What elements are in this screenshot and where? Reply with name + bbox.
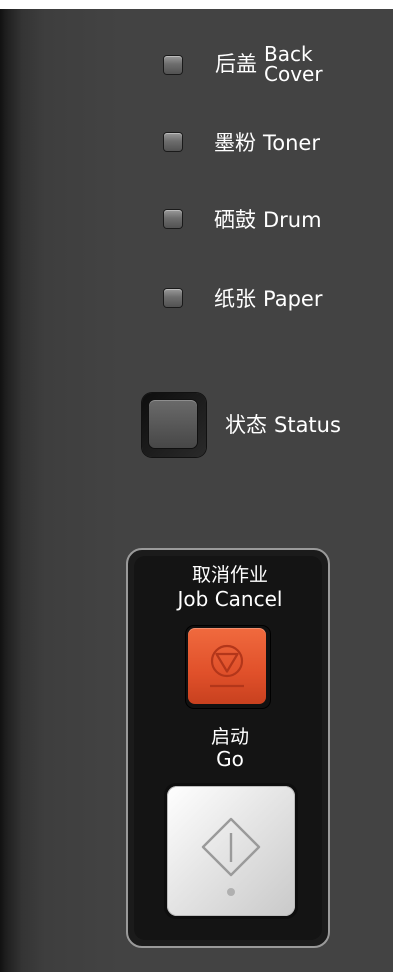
go-icon [201, 817, 261, 896]
stop-icon [210, 644, 244, 688]
toner-label-en: Toner [263, 131, 320, 155]
status-label-en: Status [274, 413, 341, 437]
drum-label-zh: 硒鼓 [214, 208, 256, 232]
job-cancel-label-zh: 取消作业 [191, 564, 268, 586]
paper-label: 纸张 Paper [214, 287, 322, 311]
drum-led [164, 210, 182, 228]
go-label-en: Go [216, 747, 244, 771]
status-label-zh: 状态 [225, 413, 267, 437]
drum-label-en: Drum [263, 208, 322, 232]
job-cancel-button-cap[interactable] [188, 628, 266, 704]
back-cover-label-en: Back Cover [264, 44, 323, 84]
job-cancel-label-en: Job Cancel [177, 587, 283, 611]
go-button-cap[interactable] [167, 786, 295, 916]
paper-label-zh: 纸张 [214, 287, 256, 311]
status-label: 状态 Status [225, 413, 341, 437]
back-cover-label-en-line1: Back [264, 42, 313, 66]
paper-label-en: Paper [263, 287, 323, 311]
status-button-cap[interactable] [149, 400, 197, 448]
back-cover-label-zh: 后盖 [215, 52, 257, 76]
back-cover-label: 后盖 Back Cover [215, 44, 323, 84]
toner-label: 墨粉 Toner [214, 131, 320, 155]
toner-label-zh: 墨粉 [214, 131, 256, 155]
job-cancel-button[interactable] [186, 626, 270, 708]
back-cover-led [164, 56, 182, 74]
go-button[interactable] [164, 783, 298, 919]
back-cover-label-en-line2: Cover [264, 62, 323, 86]
status-button[interactable] [142, 393, 206, 457]
drum-label: 硒鼓 Drum [214, 208, 322, 232]
toner-led [164, 133, 182, 151]
paper-led [164, 289, 182, 307]
operation-button-panel: 取消作业 Job Cancel 启动 Go [126, 548, 330, 948]
control-panel: 后盖 Back Cover 墨粉 Toner 硒鼓 Drum 纸张 Paper 状态 Sta… [0, 0, 393, 972]
go-label-zh: 启动 [210, 726, 249, 748]
